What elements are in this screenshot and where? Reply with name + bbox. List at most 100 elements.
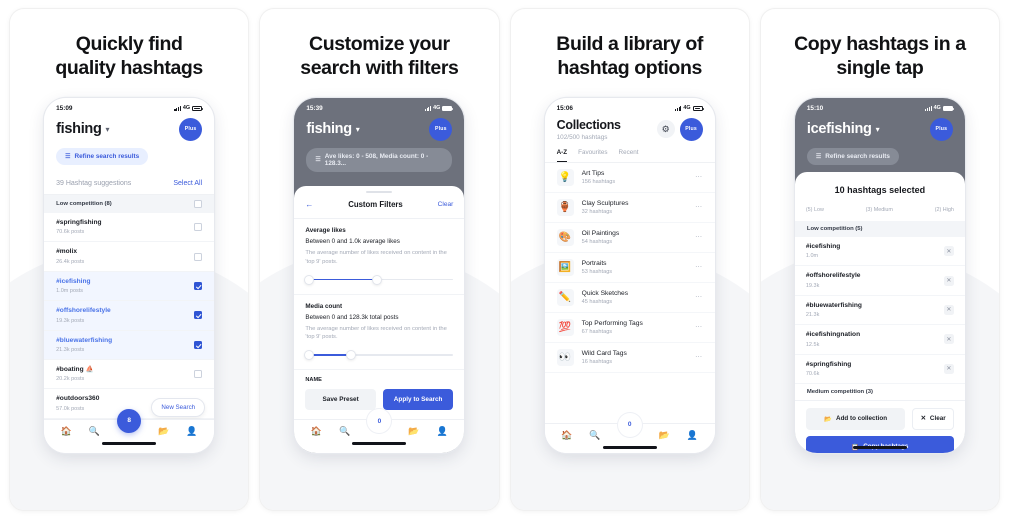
battery-icon — [192, 105, 204, 111]
tag-checkbox[interactable] — [194, 340, 203, 349]
tag-count: 20.2k posts — [56, 376, 85, 383]
plus-button[interactable]: Plus — [679, 117, 703, 141]
copy-hashtags-button[interactable]: 📋 Copy hashtags — [805, 435, 954, 453]
home-icon[interactable]: 🏠 — [311, 426, 322, 437]
tag-checkbox[interactable] — [194, 223, 203, 232]
table-row[interactable]: #icefishing 1.0m posts — [44, 271, 215, 302]
search-icon[interactable]: 🔍 — [89, 426, 100, 437]
collections-actions: ⚙ Plus — [656, 117, 703, 141]
status-bar: 15:09 4G — [44, 98, 214, 114]
collection-thumbnail: 💡 — [556, 168, 574, 186]
tag-checkbox[interactable] — [194, 311, 203, 320]
remove-tag-icon[interactable]: ✕ — [943, 334, 954, 345]
collections-icon[interactable]: 📂 — [659, 430, 670, 441]
profile-icon[interactable]: 👤 — [437, 426, 448, 437]
table-row[interactable]: #boating ⛵ 20.2k posts — [44, 360, 215, 390]
table-row[interactable]: #icefishing 1.0m ✕ — [794, 237, 965, 267]
list-item[interactable]: 💡 Art Tips 156 hashtags ⋯ — [544, 163, 715, 193]
slider-knob-max[interactable] — [373, 275, 382, 284]
more-options-icon[interactable]: ⋯ — [695, 233, 703, 241]
remove-tag-icon[interactable]: ✕ — [943, 304, 954, 315]
tag-info: #bluewaterfishing 21.3k — [806, 302, 862, 318]
range-slider[interactable] — [305, 275, 454, 284]
collections-icon[interactable]: 📂 — [158, 426, 169, 437]
more-options-icon[interactable]: ⋯ — [695, 203, 703, 211]
range-slider[interactable] — [305, 351, 454, 360]
list-item[interactable]: 🎨 Oil Paintings 54 hashtags ⋯ — [544, 223, 715, 253]
tag-checkbox[interactable] — [194, 252, 203, 261]
refine-search-pill[interactable]: ☰ Refine search results — [806, 147, 899, 165]
home-icon[interactable]: 🏠 — [61, 426, 72, 437]
search-icon[interactable]: 🔍 — [339, 426, 350, 437]
profile-icon[interactable]: 👤 — [687, 430, 698, 441]
more-options-icon[interactable]: ⋯ — [695, 353, 703, 361]
clear-button[interactable]: ✕ Clear — [912, 407, 954, 430]
more-options-icon[interactable]: ⋯ — [695, 323, 703, 331]
select-all-link[interactable]: Select All — [173, 180, 202, 187]
collection-info: Oil Paintings 54 hashtags — [582, 230, 688, 245]
save-preset-button[interactable]: Save Preset — [305, 389, 376, 411]
card-headline: Customize your search with filters — [300, 33, 459, 79]
back-arrow-icon[interactable]: ← — [305, 200, 313, 209]
collections-icon[interactable]: 📂 — [408, 426, 419, 437]
home-icon[interactable]: 🏠 — [561, 430, 572, 441]
table-row[interactable]: #bluewaterfishing 21.3k posts — [44, 330, 215, 360]
remove-tag-icon[interactable]: ✕ — [943, 246, 954, 257]
search-query[interactable]: icefishing ▾ — [807, 121, 880, 137]
table-row[interactable]: #springfishing 70.6k ✕ — [794, 355, 965, 384]
list-item[interactable]: ✏️ Quick Sketches 45 hashtags ⋯ — [544, 283, 715, 313]
refine-search-pill[interactable]: ☰ Refine search results — [56, 147, 149, 165]
tag-name: #offshorelifestyle — [56, 307, 111, 315]
remove-tag-icon[interactable]: ✕ — [943, 275, 954, 286]
group-checkbox[interactable] — [194, 199, 203, 208]
chevron-down-icon: ▾ — [875, 124, 880, 134]
list-item[interactable]: 👀 Wild Card Tags 16 hashtags ⋯ — [544, 343, 715, 373]
page-title: Collections — [556, 117, 621, 132]
sheet-title: Custom Filters — [348, 200, 403, 210]
tab-favourites[interactable]: Favourites — [578, 149, 607, 162]
clear-link[interactable]: Clear — [438, 201, 454, 208]
table-row[interactable]: #bluewaterfishing 21.3k ✕ — [794, 296, 965, 326]
plus-button[interactable]: Plus — [929, 117, 953, 141]
search-query[interactable]: fishing ▾ — [306, 121, 359, 137]
new-search-button[interactable]: New Search — [151, 397, 206, 417]
plus-button[interactable]: Plus — [179, 117, 203, 141]
remove-tag-icon[interactable]: ✕ — [943, 363, 954, 374]
table-row[interactable]: #molix 26.4k posts — [44, 242, 215, 272]
add-to-collection-button[interactable]: 📂 Add to collection — [805, 407, 906, 430]
suggestions-count: 39 Hashtag suggestions — [56, 179, 132, 187]
tag-name: #icefishingnation — [805, 331, 861, 339]
status-time: 15:10 — [806, 104, 824, 112]
tab-az[interactable]: A-Z — [556, 149, 568, 162]
slider-knob-min[interactable] — [305, 351, 314, 360]
slider-knob-min[interactable] — [305, 275, 314, 284]
search-icon[interactable]: 🔍 — [589, 430, 600, 441]
collection-name: Portraits — [581, 260, 607, 268]
list-item[interactable]: 🏺 Clay Sculptures 32 hashtags ⋯ — [544, 193, 715, 223]
more-options-icon[interactable]: ⋯ — [695, 173, 703, 181]
more-options-icon[interactable]: ⋯ — [695, 263, 703, 271]
selected-count-fab[interactable]: 8 — [117, 408, 142, 433]
tag-checkbox[interactable] — [194, 281, 203, 290]
phone-mockup-2: 15:39 4G fishing ▾ Plus ☰ Ave likes: 0 -… — [294, 97, 465, 453]
selected-count-fab[interactable]: 0 — [367, 409, 392, 434]
selected-count-fab[interactable]: 0 — [617, 412, 642, 437]
slider-fill — [311, 278, 380, 281]
slider-knob-max[interactable] — [346, 351, 355, 360]
refine-search-pill[interactable]: ☰ Ave likes: 0 - 508, Media count: 0 - 1… — [306, 147, 453, 172]
more-options-icon[interactable]: ⋯ — [695, 293, 703, 301]
tab-recent[interactable]: Recent — [619, 149, 639, 162]
list-item[interactable]: 🖼️ Portraits 53 hashtags ⋯ — [544, 253, 715, 283]
apply-to-search-button[interactable]: Apply to Search — [382, 389, 454, 411]
tag-checkbox[interactable] — [194, 370, 203, 379]
table-row[interactable]: #offshorelifestyle 19.3k posts — [44, 301, 215, 331]
plus-button[interactable]: Plus — [429, 117, 453, 141]
gear-icon[interactable]: ⚙ — [656, 120, 675, 139]
table-row[interactable]: #springfishing 70.6k posts — [44, 213, 215, 243]
list-item[interactable]: 💯 Top Performing Tags 67 hashtags ⋯ — [544, 313, 715, 343]
app-store-screenshot-gallery: Quickly find quality hashtags 15:09 4G fi… — [0, 0, 1009, 519]
table-row[interactable]: #icefishingnation 12.5k ✕ — [794, 325, 965, 355]
table-row[interactable]: #offshorelifestyle 19.3k ✕ — [794, 266, 965, 296]
search-query[interactable]: fishing ▾ — [56, 121, 109, 137]
profile-icon[interactable]: 👤 — [186, 426, 197, 437]
